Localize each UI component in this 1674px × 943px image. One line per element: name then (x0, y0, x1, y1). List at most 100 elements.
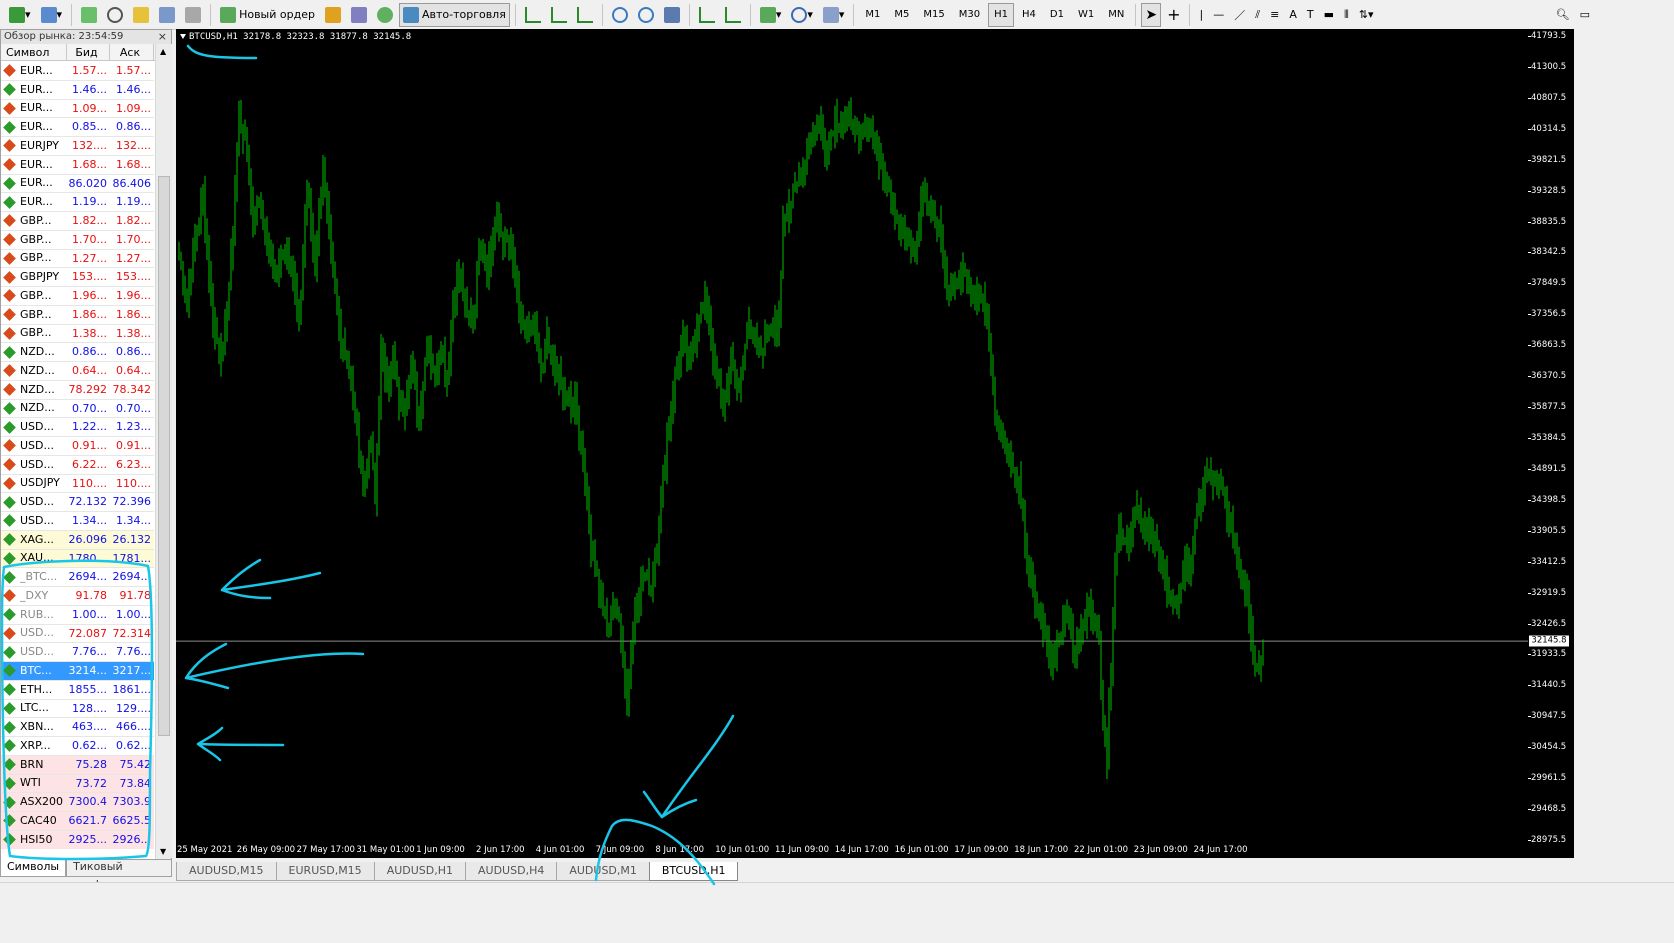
market-watch-row[interactable]: USD... 1.22... 1.23... (1, 418, 154, 437)
timeframe-m1[interactable]: M1 (859, 3, 886, 27)
timeframe-w1[interactable]: W1 (1072, 3, 1100, 27)
market-watch-row[interactable]: BRN 75.28 75.42 (1, 755, 154, 775)
profiles-button[interactable]: ▾ (37, 3, 67, 27)
market-watch-row[interactable]: EUR... 1.57... 1.57... (1, 62, 154, 81)
chart-shift-button[interactable] (721, 3, 745, 27)
market-watch-row[interactable]: EUR... 86.020 86.406 (1, 175, 154, 194)
market-watch-row[interactable]: _BTC... 2694... 2694... (1, 568, 154, 587)
templates-button[interactable]: ▾ (819, 3, 849, 27)
market-watch-row[interactable]: GBP... 1.86... 1.86... (1, 306, 154, 325)
cursor-button[interactable]: ➤ (1141, 2, 1162, 27)
market-watch-row[interactable]: CAC40 6621.7 6625.5 (1, 812, 154, 831)
label-button[interactable]: T (1303, 3, 1318, 27)
market-watch-button[interactable] (77, 3, 101, 27)
market-watch-row[interactable]: WTI 73.72 73.84 (1, 774, 154, 794)
fibonacci-button[interactable]: ≡ (1266, 3, 1283, 27)
market-watch-row[interactable]: XAG... 26.096 26.132 (1, 530, 154, 550)
market-watch-row[interactable]: ETH... 1855... 1861... (1, 681, 154, 700)
chart-tab[interactable]: BTCUSD,H1 (648, 862, 739, 881)
column-symbol[interactable]: Символ (1, 44, 67, 60)
market-watch-row[interactable]: USD... 6.22... 6.23... (1, 456, 154, 475)
close-icon[interactable]: × (158, 30, 167, 44)
crosshair-button[interactable]: + (1163, 3, 1184, 27)
market-watch-row[interactable]: GBPJPY 153.... 153.... (1, 268, 154, 287)
scrollbar-thumb[interactable] (158, 176, 170, 736)
market-watch-row[interactable]: USDJPY 110.... 110.... (1, 475, 154, 494)
scroll-down-icon[interactable]: ▼ (160, 847, 166, 856)
tab-tick-chart[interactable]: Тиковый график (66, 858, 172, 891)
line-chart-button[interactable] (573, 3, 597, 27)
zoom-in-button[interactable] (608, 3, 632, 27)
market-watch-row[interactable]: NZD... 0.86... 0.86... (1, 343, 154, 362)
chat-button[interactable]: ▭ (1576, 3, 1594, 27)
arrows-button[interactable]: ⇅▾ (1355, 3, 1378, 27)
horizontal-line-button[interactable]: — (1209, 3, 1228, 27)
zoom-out-button[interactable] (634, 3, 658, 27)
chart-tab[interactable]: AUDUSD,H4 (465, 862, 558, 881)
tab-symbols[interactable]: Символы (0, 858, 67, 877)
new-order-button[interactable]: Новый ордер (216, 3, 319, 27)
auto-trading-button[interactable]: Авто-торговля (398, 2, 510, 27)
market-watch-row[interactable]: XRP... 0.62... 0.62... (1, 737, 154, 756)
navigator-button[interactable] (129, 3, 153, 27)
channel-button[interactable]: ⫽ (1251, 3, 1264, 27)
market-watch-scrollbar[interactable]: ▲ ▼ (155, 44, 172, 859)
market-watch-row[interactable]: USD... 72.132 72.396 (1, 493, 154, 512)
price-scale[interactable]: 41793.5 41300.5 40807.5 40314.5 39821.5 39328… (1528, 29, 1574, 845)
timeframe-mn[interactable]: MN (1102, 3, 1130, 27)
column-bid[interactable]: Бид (67, 44, 110, 60)
chart-tab[interactable]: AUDUSD,M1 (556, 862, 650, 881)
indicators-button[interactable]: ▾ (756, 3, 786, 27)
terminal-button[interactable] (155, 3, 179, 27)
timeframe-h4[interactable]: H4 (1016, 3, 1042, 27)
rectangle-button[interactable]: ▬ (1320, 3, 1338, 27)
market-watch-row[interactable]: USD... 0.91... 0.91... (1, 437, 154, 456)
market-watch-row[interactable]: XBN... 463.... 466.... (1, 718, 154, 737)
vertical-line-button[interactable]: | (1195, 3, 1207, 27)
market-watch-row[interactable]: EUR... 0.85... 0.86... (1, 118, 154, 137)
market-watch-row[interactable]: NZD... 78.292 78.342 (1, 381, 154, 400)
chart-tab[interactable]: EURUSD,M15 (275, 862, 375, 881)
market-watch-row[interactable]: NZD... 0.70... 0.70... (1, 400, 154, 419)
market-watch-row[interactable]: ASX200 7300.4 7303.9 (1, 793, 154, 812)
scroll-up-icon[interactable]: ▲ (160, 47, 166, 56)
market-watch-row[interactable]: EURJPY 132.... 132.... (1, 137, 154, 156)
timeframe-m5[interactable]: M5 (888, 3, 915, 27)
market-watch-row[interactable]: LTC... 128.... 129.... (1, 700, 154, 719)
market-watch-row[interactable]: RUB... 1.00... 1.00... (1, 606, 154, 625)
market-watch-row[interactable]: _DXY 91.78 91.78 (1, 587, 154, 606)
andrews-button[interactable]: ⦀ (1340, 3, 1353, 27)
metaeditor-button[interactable] (321, 3, 345, 27)
price-chart[interactable]: BTCUSD,H1 32178.8 32323.8 31877.8 32145.… (176, 29, 1528, 842)
chart-tab[interactable]: AUDUSD,H1 (373, 862, 467, 881)
market-watch-row[interactable]: XAU... 1780... 1781... (1, 549, 154, 569)
column-ask[interactable]: Аск (110, 44, 154, 60)
bar-chart-button[interactable] (521, 3, 545, 27)
timeframe-d1[interactable]: D1 (1044, 3, 1070, 27)
search-button[interactable]: 🔍︎ (1552, 3, 1574, 27)
timeframe-m30[interactable]: M30 (953, 3, 986, 27)
market-watch-row[interactable]: EUR... 1.19... 1.19... (1, 193, 154, 212)
tester-button[interactable] (181, 3, 205, 27)
text-button[interactable]: A (1285, 3, 1301, 27)
account-button[interactable] (347, 3, 371, 27)
market-watch-row[interactable]: EUR... 1.09... 1.09... (1, 100, 154, 119)
market-watch-row[interactable]: EUR... 1.68... 1.68... (1, 156, 154, 175)
candlestick-button[interactable] (547, 3, 571, 27)
timeframe-h1[interactable]: H1 (988, 2, 1015, 27)
time-scale[interactable]: 25 May 2021 26 May 09:00 27 May 17:00 31 Ma… (176, 842, 1574, 858)
market-watch-row[interactable]: EUR... 1.46... 1.46... (1, 81, 154, 100)
market-watch-row[interactable]: GBP... 1.70... 1.70... (1, 231, 154, 250)
timeframe-m15[interactable]: M15 (917, 3, 950, 27)
market-watch-row[interactable]: USD... 1.34... 1.34... (1, 512, 154, 531)
collapse-triangle-icon[interactable] (180, 34, 186, 39)
market-watch-row[interactable]: GBP... 1.96... 1.96... (1, 287, 154, 306)
signals-button[interactable] (373, 3, 397, 27)
trendline-button[interactable]: ／ (1230, 3, 1249, 27)
market-watch-row[interactable]: GBP... 1.82... 1.82... (1, 212, 154, 231)
market-watch-row[interactable]: GBP... 1.38... 1.38... (1, 325, 154, 344)
new-chart-button[interactable]: ▾ (5, 3, 35, 27)
market-watch-row[interactable]: NZD... 0.64... 0.64... (1, 362, 154, 381)
data-window-button[interactable] (103, 3, 127, 27)
periods-button[interactable]: ▾ (787, 3, 817, 27)
